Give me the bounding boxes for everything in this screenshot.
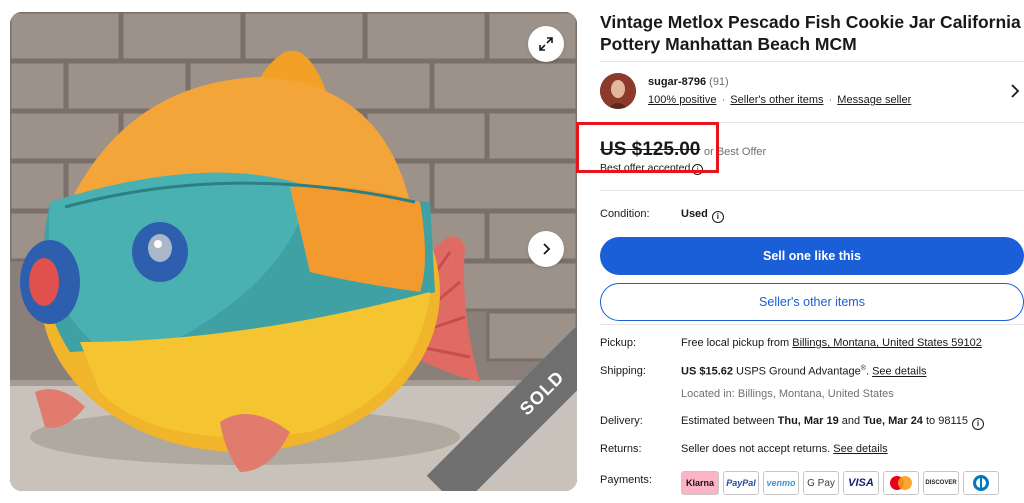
- pickup-prefix: Free local pickup from: [681, 337, 793, 349]
- returns-value: Seller does not accept returns. See deta…: [681, 443, 888, 455]
- expand-icon: [539, 37, 553, 51]
- located-in-text: Located in: Billings, Montana, United St…: [681, 388, 894, 400]
- seller-other-items-link[interactable]: Seller's other items: [730, 94, 823, 106]
- diners-club-icon: [963, 471, 999, 495]
- seller-positive-link[interactable]: 100% positive: [648, 94, 717, 106]
- separator-dot: ·: [721, 94, 726, 106]
- discover-icon: DISCOVER: [923, 471, 959, 495]
- delivery-and: and: [838, 415, 864, 427]
- chevron-right-icon: [543, 243, 551, 255]
- item-image-gallery[interactable]: SOLD: [10, 12, 577, 491]
- shipping-value: US $15.62 USPS Ground Advantage®. See de…: [681, 365, 927, 378]
- expand-image-button[interactable]: [528, 26, 564, 62]
- seller-links: 100% positive · Seller's other items · M…: [648, 94, 911, 106]
- divider: [600, 190, 1024, 191]
- shipping-label: Shipping:: [600, 365, 646, 377]
- divider: [600, 61, 1024, 62]
- visa-icon: VISA: [843, 471, 879, 495]
- condition-value: Used i: [681, 208, 724, 223]
- listing-title: Vintage Metlox Pescado Fish Cookie Jar C…: [600, 12, 1021, 54]
- divider: [600, 324, 1024, 325]
- delivery-suffix: to 98115: [922, 415, 968, 427]
- delivery-date-start: Thu, Mar 19: [777, 415, 839, 427]
- seller-other-items-button[interactable]: Seller's other items: [600, 283, 1024, 321]
- message-seller-link[interactable]: Message seller: [837, 94, 911, 106]
- next-image-button[interactable]: [528, 231, 564, 267]
- info-icon[interactable]: i: [711, 211, 724, 223]
- delivery-label: Delivery:: [600, 415, 643, 427]
- seller-feedback-count: (91): [709, 76, 729, 88]
- returns-details-link[interactable]: See details: [833, 443, 887, 455]
- pickup-location-link[interactable]: Billings, Montana, United States 59102: [792, 337, 982, 349]
- avatar-image: [600, 73, 636, 109]
- pickup-label: Pickup:: [600, 337, 637, 349]
- delivery-value: Estimated between Thu, Mar 19 and Tue, M…: [681, 415, 984, 430]
- sell-one-like-this-button[interactable]: Sell one like this: [600, 237, 1024, 275]
- paypal-icon: PayPal: [723, 471, 759, 495]
- pickup-value: Free local pickup from Billings, Montana…: [681, 337, 982, 349]
- info-icon[interactable]: i: [972, 418, 984, 430]
- mastercard-icon: [883, 471, 919, 495]
- venmo-icon: venmo: [763, 471, 799, 495]
- seller-name-row: sugar-8796 (91): [648, 76, 729, 88]
- chevron-right-icon[interactable]: [1010, 84, 1020, 103]
- shipping-service: USPS Ground Advantage: [732, 365, 861, 378]
- price-highlight-box: [576, 122, 719, 173]
- klarna-icon: Klarna: [681, 471, 719, 495]
- returns-label: Returns:: [600, 443, 642, 455]
- delivery-date-end: Tue, Mar 24: [863, 415, 923, 427]
- separator-dot: ·: [828, 94, 833, 106]
- payment-methods: Klarna PayPal venmo G Pay VISA DISCOVER: [681, 471, 999, 495]
- shipping-details-link[interactable]: See details: [872, 366, 926, 378]
- payments-label: Payments:: [600, 474, 652, 486]
- delivery-prefix: Estimated between: [681, 415, 778, 427]
- returns-text: Seller does not accept returns.: [681, 443, 834, 455]
- seller-avatar[interactable]: [600, 73, 636, 109]
- seller-name[interactable]: sugar-8796: [648, 76, 706, 88]
- shipping-located-in: Located in: Billings, Montana, United St…: [681, 388, 894, 400]
- condition-label: Condition:: [600, 208, 650, 220]
- google-pay-icon: G Pay: [803, 471, 839, 495]
- shipping-amount: US $15.62: [681, 365, 733, 378]
- condition-text: Used: [681, 208, 708, 220]
- seller-card[interactable]: sugar-8796 (91) 100% positive · Seller's…: [600, 73, 1024, 113]
